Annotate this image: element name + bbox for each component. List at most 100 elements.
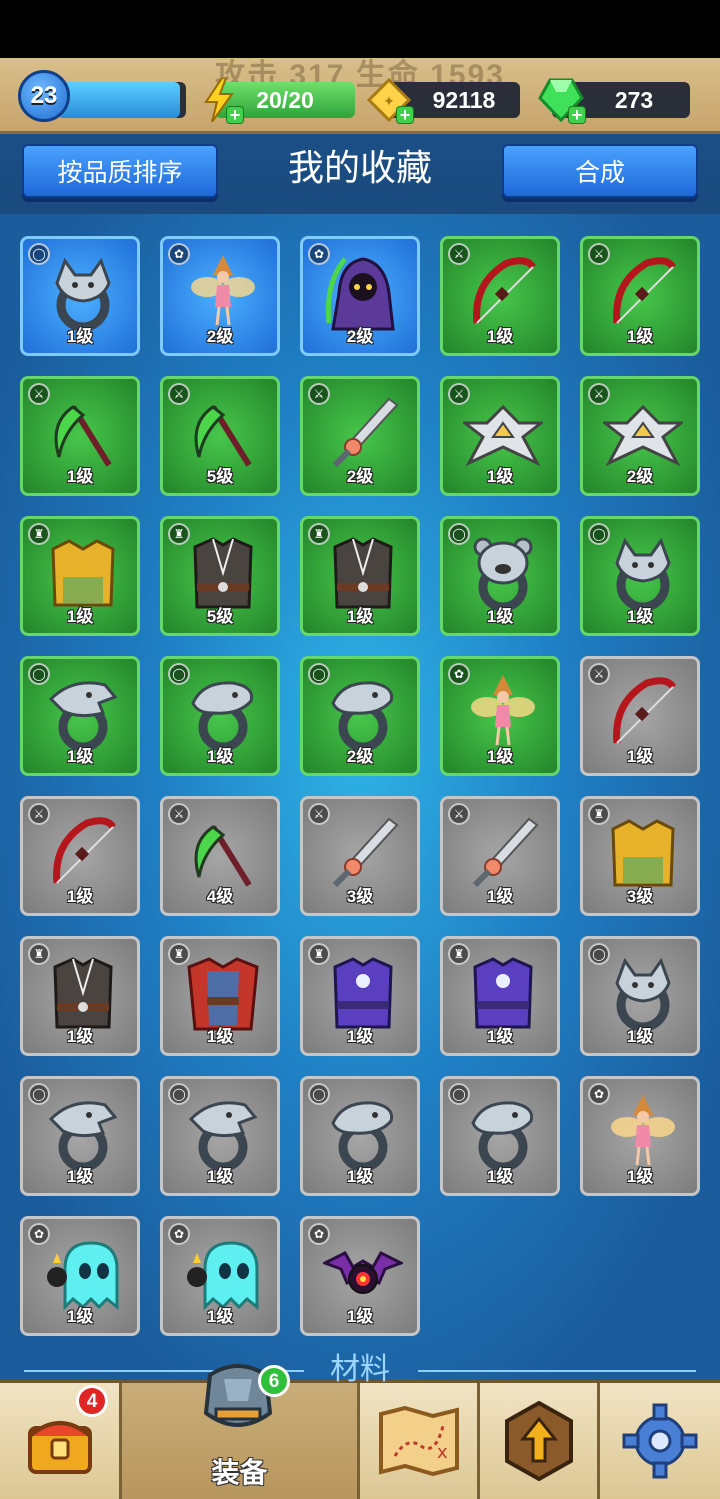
item-card[interactable]: ◯ 1级 [160, 1076, 280, 1196]
item-card[interactable]: ✿ 1级 [20, 1216, 140, 1336]
item-card[interactable]: ⚔ 4级 [160, 796, 280, 916]
add-gems-icon[interactable]: + [568, 106, 586, 124]
item-card[interactable]: ✿ 1级 [160, 1216, 280, 1336]
item-card[interactable]: ♜ 1级 [300, 936, 420, 1056]
item-card[interactable]: ⚔ 1级 [20, 796, 140, 916]
item-card[interactable]: ✿ 2级 [300, 236, 420, 356]
item-level: 1级 [206, 1167, 234, 1186]
item-card[interactable]: ⚔ 2级 [580, 376, 700, 496]
item-card[interactable]: ⚔ 1级 [580, 236, 700, 356]
lightning-icon[interactable]: + [196, 76, 244, 124]
chest-icon [27, 1421, 92, 1474]
item-level: 1级 [626, 747, 654, 766]
add-energy-icon[interactable]: + [226, 106, 244, 124]
item-card[interactable]: ⚔ 1级 [440, 796, 560, 916]
item-card[interactable]: ◯ 1级 [440, 1076, 560, 1196]
item-card[interactable]: ◯ 1级 [440, 516, 560, 636]
item-level: 1级 [486, 1027, 514, 1046]
item-card[interactable]: ✿ 2级 [160, 236, 280, 356]
item-level: 5级 [206, 467, 234, 486]
svg-text:✦: ✦ [383, 93, 395, 109]
item-card[interactable]: ◯ 1级 [580, 516, 700, 636]
item-card[interactable]: ⚔ 5级 [160, 376, 280, 496]
player-level-badge[interactable]: 23 [18, 70, 70, 122]
item-level: 1级 [66, 1167, 94, 1186]
item-card[interactable]: ⚔ 1级 [440, 376, 560, 496]
item-level: 1级 [626, 327, 654, 346]
item-card[interactable]: ◯ 1级 [20, 236, 140, 356]
materials-label[interactable]: 材料 [314, 1344, 406, 1388]
xp-bar [58, 82, 186, 118]
sort-by-quality-button[interactable]: 按品质排序 [22, 144, 218, 198]
item-card[interactable]: ⚔ 2级 [300, 376, 420, 496]
item-card[interactable]: ♜ 1级 [160, 936, 280, 1056]
item-card[interactable]: ⚔ 1级 [580, 656, 700, 776]
nav-upgrade[interactable] [480, 1383, 600, 1499]
item-card[interactable]: ✿ 1级 [580, 1076, 700, 1196]
item-card[interactable]: ◯ 1级 [160, 656, 280, 776]
item-level: 3级 [346, 887, 374, 906]
item-level: 1级 [486, 607, 514, 626]
item-level: 2级 [206, 327, 234, 346]
gem-icon[interactable]: + [538, 76, 586, 124]
add-coins-icon[interactable]: + [396, 106, 414, 124]
item-card[interactable]: ◯ 1级 [300, 1076, 420, 1196]
item-card[interactable]: ♜ 5级 [160, 516, 280, 636]
item-level: 1级 [66, 887, 94, 906]
item-level: 1级 [486, 1167, 514, 1186]
item-level: 1级 [66, 1307, 94, 1326]
page-title: 我的收藏 [287, 147, 432, 188]
item-card[interactable]: ◯ 1级 [20, 1076, 140, 1196]
item-level: 1级 [486, 747, 514, 766]
item-level: 1级 [346, 1167, 374, 1186]
xp-fill [58, 82, 180, 118]
item-level: 1级 [206, 1027, 234, 1046]
item-card[interactable]: ◯ 2级 [300, 656, 420, 776]
item-card[interactable]: ♜ 1级 [20, 516, 140, 636]
nav-equipment[interactable]: 6 装备 [122, 1364, 360, 1499]
item-level: 1级 [626, 1027, 654, 1046]
item-level: 1级 [346, 1027, 374, 1046]
svg-text:x: x [437, 1442, 448, 1463]
item-level: 1级 [66, 467, 94, 486]
item-card[interactable]: ✿ 1级 [440, 656, 560, 776]
item-level: 3级 [626, 887, 654, 906]
item-card[interactable]: ◯ 1级 [580, 936, 700, 1056]
item-level: 5级 [206, 607, 234, 626]
item-card[interactable]: ♜ 1级 [20, 936, 140, 1056]
item-card[interactable]: ⚔ 1级 [440, 236, 560, 356]
item-level: 1级 [486, 327, 514, 346]
combine-button[interactable]: 合成 [502, 144, 698, 198]
item-level: 1级 [626, 607, 654, 626]
map-icon: x [378, 1406, 459, 1476]
item-level: 1级 [66, 607, 94, 626]
item-level: 1级 [486, 467, 514, 486]
item-level: 1级 [66, 327, 94, 346]
divider-line-right [418, 1370, 696, 1372]
item-card[interactable]: ⚔ 3级 [300, 796, 420, 916]
coin-icon[interactable]: ✦ + [366, 76, 414, 124]
equipment-label: 装备 [211, 1457, 268, 1488]
item-card[interactable]: ✿ 1级 [300, 1216, 420, 1336]
item-level: 1级 [206, 1307, 234, 1326]
equipment-notification-badge: 6 [258, 1365, 290, 1397]
item-level: 2级 [626, 467, 654, 486]
item-level: 1级 [206, 747, 234, 766]
item-level: 2级 [346, 327, 374, 346]
upgrade-arrow-icon [504, 1401, 573, 1481]
item-card[interactable]: ♜ 1级 [440, 936, 560, 1056]
item-level: 1级 [66, 1027, 94, 1046]
item-card[interactable]: ♜ 3级 [580, 796, 700, 916]
nav-settings[interactable] [600, 1383, 720, 1499]
item-level: 1级 [66, 747, 94, 766]
item-level: 1级 [486, 887, 514, 906]
item-card[interactable]: ♜ 1级 [300, 516, 420, 636]
item-level: 4级 [206, 887, 234, 906]
nav-chest[interactable]: 4 [0, 1383, 122, 1499]
nav-map[interactable]: x [360, 1383, 480, 1499]
item-level: 2级 [346, 747, 374, 766]
item-card[interactable]: ⚔ 1级 [20, 376, 140, 496]
item-card[interactable]: ◯ 1级 [20, 656, 140, 776]
collection-grid: ◯ 1级 ✿ 2级 ✿ 2级 ⚔ 1级 ⚔ 1级 ⚔ 1级 ⚔ 5级 ⚔ 2级 ⚔ 1级 ⚔ 2级 ♜ 1级 ♜ 5级 ♜ 1级 ◯… [0, 214, 720, 1380]
item-level: 1级 [346, 1307, 374, 1326]
